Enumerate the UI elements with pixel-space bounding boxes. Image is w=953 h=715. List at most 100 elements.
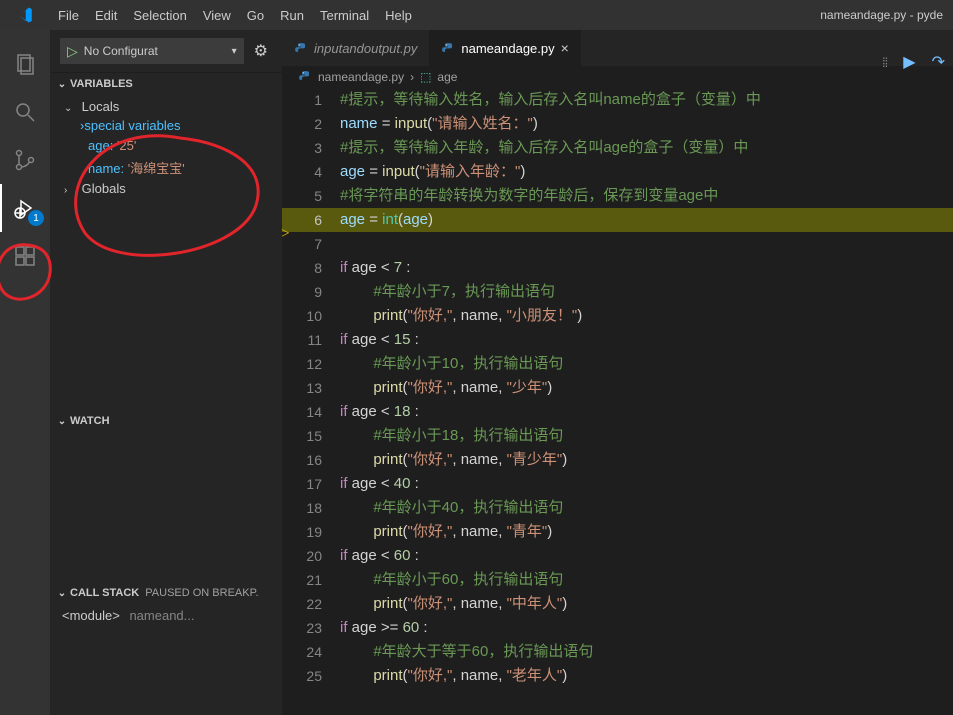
line-number: 1 [302,88,340,112]
special-variables[interactable]: ›special variables [50,116,282,136]
callstack-label: CALL STACK [70,587,139,599]
code-text: print("你好,", name, "中年人") [340,592,567,616]
line-number: 23 [302,616,340,640]
code-text: if age < 40 : [340,472,419,496]
code-text: print("你好,", name, "老年人") [340,664,567,688]
code-line[interactable]: 15 #年龄小于18，执行输出语句 [282,424,953,448]
line-number: 16 [302,448,340,472]
breadcrumb-file: nameandage.py [318,70,404,84]
debug-sidebar: ▷ No Configurat ▾ ⚙ ⌄ VARIABLES ⌄ Locals… [50,30,282,715]
code-line[interactable]: 24 #年龄大于等于60，执行输出语句 [282,640,953,664]
menu-run[interactable]: Run [272,8,312,23]
callstack-header[interactable]: ⌄ CALL STACK PAUSED ON BREAKP. [50,582,282,604]
callstack-frame[interactable]: <module> nameand... [50,604,282,627]
code-line[interactable]: 23if age >= 60 : [282,616,953,640]
variables-label: VARIABLES [70,78,133,90]
extensions-icon[interactable] [0,232,50,280]
menu-edit[interactable]: Edit [87,8,125,23]
menu-view[interactable]: View [195,8,239,23]
code-line[interactable]: 3#提示，等待输入年龄，输入后存入名叫age的盒子（变量）中 [282,136,953,160]
menu-help[interactable]: Help [377,8,420,23]
menu-selection[interactable]: Selection [125,8,194,23]
code-line[interactable]: 1#提示，等待输入姓名，输入后存入名叫name的盒子（变量）中 [282,88,953,112]
line-number: 7 [302,232,340,256]
activity-bar: 1 [0,30,50,715]
chevron-down-icon: ⌄ [54,79,70,90]
scope-globals[interactable]: › Globals [50,179,282,198]
code-text: age = int(age) [340,208,433,232]
explorer-icon[interactable] [0,40,50,88]
line-number: 18 [302,496,340,520]
chevron-down-icon: ⌄ [64,103,78,114]
line-number: 20 [302,544,340,568]
menu-file[interactable]: File [50,8,87,23]
chevron-down-icon: ▾ [226,46,243,57]
code-text: age = input("请输入年龄：") [340,160,525,184]
watch-label: WATCH [70,415,110,427]
scope-locals[interactable]: ⌄ Locals [50,97,282,116]
tab-label: inputandoutput.py [314,41,417,56]
variable-row[interactable]: name: '海绵宝宝' [50,156,282,179]
tab-nameandage[interactable]: nameandage.py × [429,30,580,66]
code-line[interactable]: 25 print("你好,", name, "老年人") [282,664,953,688]
breadcrumb[interactable]: nameandage.py › ⬚ age [282,66,953,88]
code-text: if age < 15 : [340,328,419,352]
code-text: #年龄小于40，执行输出语句 [340,496,563,520]
code-line[interactable]: 19 print("你好,", name, "青年") [282,520,953,544]
code-line[interactable]: 14if age < 18 : [282,400,953,424]
watch-header[interactable]: ⌄ WATCH [50,410,282,432]
close-icon[interactable]: × [561,40,569,56]
code-text: if age < 7 : [340,256,410,280]
code-line[interactable]: 7 [282,232,953,256]
code-text: print("你好,", name, "小朋友！") [340,304,582,328]
code-line[interactable]: 10 print("你好,", name, "小朋友！") [282,304,953,328]
menu-go[interactable]: Go [239,8,272,23]
debug-badge: 1 [28,210,44,226]
var-value: '25' [117,138,136,153]
line-number: 19 [302,520,340,544]
tab-inputandoutput[interactable]: inputandoutput.py [282,30,429,66]
run-debug-icon[interactable]: 1 [0,184,50,232]
grip-icon[interactable]: ⁞⁞ [882,55,887,70]
step-over-icon[interactable]: ↷ [932,52,945,72]
code-text: if age < 18 : [340,400,419,424]
code-text: #年龄大于等于60，执行输出语句 [340,640,593,664]
python-icon [441,40,455,56]
menu-bar: File Edit Selection View Go Run Terminal… [50,8,420,23]
code-editor[interactable]: 1#提示，等待输入姓名，输入后存入名叫name的盒子（变量）中2name = i… [282,88,953,715]
chevron-down-icon: ⌄ [54,588,70,599]
search-icon[interactable] [0,88,50,136]
line-number: 24 [302,640,340,664]
code-line[interactable]: ▷6age = int(age) [282,208,953,232]
code-line[interactable]: 4age = input("请输入年龄：") [282,160,953,184]
code-line[interactable]: 12 #年龄小于10，执行输出语句 [282,352,953,376]
gear-icon[interactable]: ⚙ [250,41,272,61]
menu-terminal[interactable]: Terminal [312,8,377,23]
line-number: 6 [302,208,340,232]
code-line[interactable]: 11if age < 15 : [282,328,953,352]
debug-toolbar: ⁞⁞ ▶ ↷ [882,52,945,72]
code-line[interactable]: 21 #年龄小于60，执行输出语句 [282,568,953,592]
line-number: 15 [302,424,340,448]
editor-area: inputandoutput.py nameandage.py × ⁞⁞ ▶ ↷… [282,30,953,715]
code-line[interactable]: 17if age < 40 : [282,472,953,496]
variable-row[interactable]: age: '25' [50,136,282,156]
chevron-right-icon: › [410,70,414,84]
code-line[interactable]: 16 print("你好,", name, "青少年") [282,448,953,472]
source-control-icon[interactable] [0,136,50,184]
code-line[interactable]: 22 print("你好,", name, "中年人") [282,592,953,616]
code-line[interactable]: 2name = input("请输入姓名：") [282,112,953,136]
line-number: 21 [302,568,340,592]
code-line[interactable]: 8if age < 7 : [282,256,953,280]
code-line[interactable]: 9 #年龄小于7，执行输出语句 [282,280,953,304]
run-config-selector[interactable]: ▷ No Configurat ▾ [60,38,244,64]
code-text: if age >= 60 : [340,616,428,640]
code-line[interactable]: 5#将字符串的年龄转换为数字的年龄后，保存到变量age中 [282,184,953,208]
line-number: 4 [302,160,340,184]
code-line[interactable]: 18 #年龄小于40，执行输出语句 [282,496,953,520]
line-number: 10 [302,304,340,328]
code-line[interactable]: 20if age < 60 : [282,544,953,568]
continue-icon[interactable]: ▶ [903,52,915,72]
code-line[interactable]: 13 print("你好,", name, "少年") [282,376,953,400]
variables-header[interactable]: ⌄ VARIABLES [50,73,282,95]
